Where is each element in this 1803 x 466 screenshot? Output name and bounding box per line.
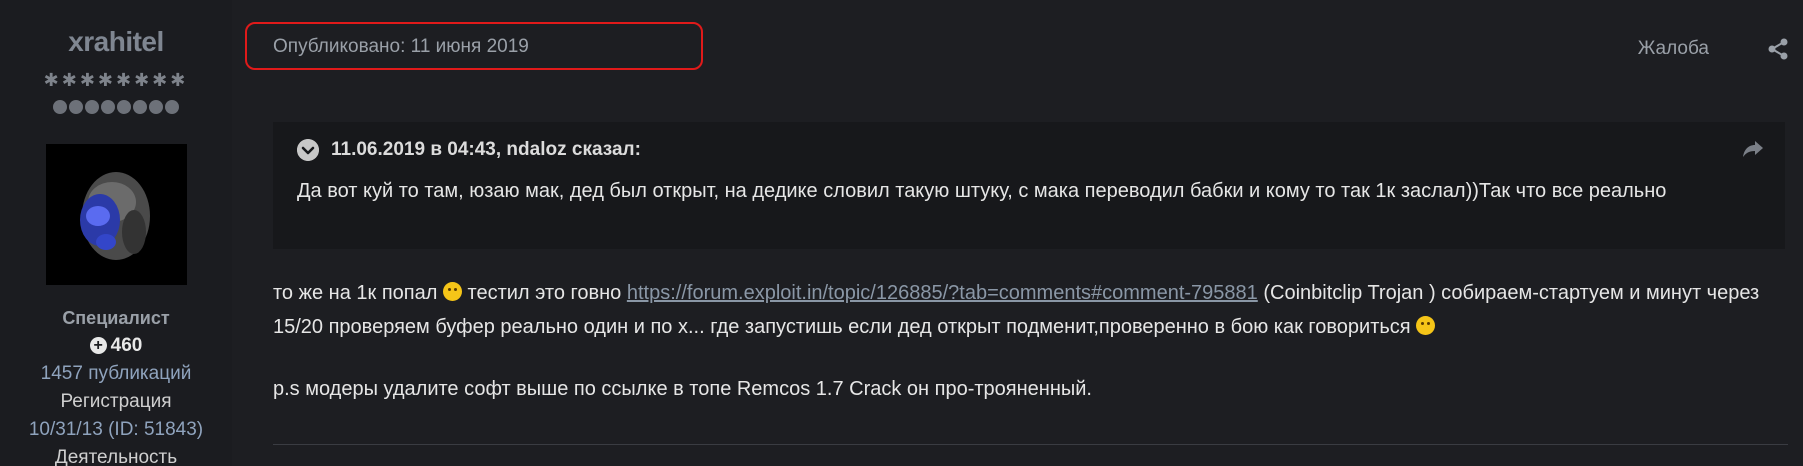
avatar-image [46,144,187,285]
rank-dot [69,100,83,114]
author-stars: ✱✱✱✱✱✱✱✱ [43,70,189,90]
rank-dot [85,100,99,114]
reputation-plus-icon: + [89,337,107,354]
author-rank: Специалист [62,308,170,328]
author-reputation: +460 [0,335,232,357]
rank-dot [133,100,147,114]
smile-emoji-icon [442,282,462,301]
quote-block: 11.06.2019 в 04:43, ndaloz сказал: Да во… [273,122,1785,249]
author-post-count[interactable]: 1457 публикаций [0,363,232,385]
chevron-down-icon[interactable] [297,139,319,161]
published-date[interactable]: Опубликовано: 11 июня 2019 [273,36,529,58]
author-panel: xrahitel ✱✱✱✱✱✱✱✱ Специалист +460 1457 п… [0,0,232,466]
author-rank-dots [0,100,232,120]
rank-dot [149,100,163,114]
rank-dot [117,100,131,114]
share-arrow-icon[interactable] [1741,136,1765,160]
reputation-value: 460 [110,335,143,356]
post-paragraph-2: p.s модеры удалите софт выше по ссылке в… [273,378,1092,400]
share-icon[interactable] [1767,38,1789,60]
topic-link[interactable]: https://forum.exploit.in/topic/126885/?t… [627,282,1258,304]
post-content: то же на 1к попал тестил это говно https… [273,276,1788,406]
rank-dot [53,100,67,114]
rank-dot [101,100,115,114]
activity-label: Деятельность [54,447,178,466]
post-divider [273,444,1788,445]
post-paragraph-1: то же на 1к попал тестил это говно https… [273,276,1788,344]
author-username[interactable]: xrahitel [0,26,232,58]
report-link[interactable]: Жалоба [1638,38,1709,60]
forum-post: xrahitel ✱✱✱✱✱✱✱✱ Специалист +460 1457 п… [0,0,1803,466]
quote-body: Да вот куй то там, юзаю мак, дед был отк… [297,180,1667,202]
published-highlight: Опубликовано: 11 июня 2019 [245,22,703,70]
avatar[interactable] [46,144,187,285]
post-text-segment: то же на 1к попал [273,282,443,304]
quote-header: 11.06.2019 в 04:43, ndaloz сказал: [331,139,641,160]
post-text-segment: тестил это говно [461,282,627,304]
rank-dot [165,100,179,114]
registration-label: Регистрация [60,391,172,412]
registration-value: 10/31/13 (ID: 51843) [28,419,204,440]
smile-emoji-icon [1416,316,1436,335]
